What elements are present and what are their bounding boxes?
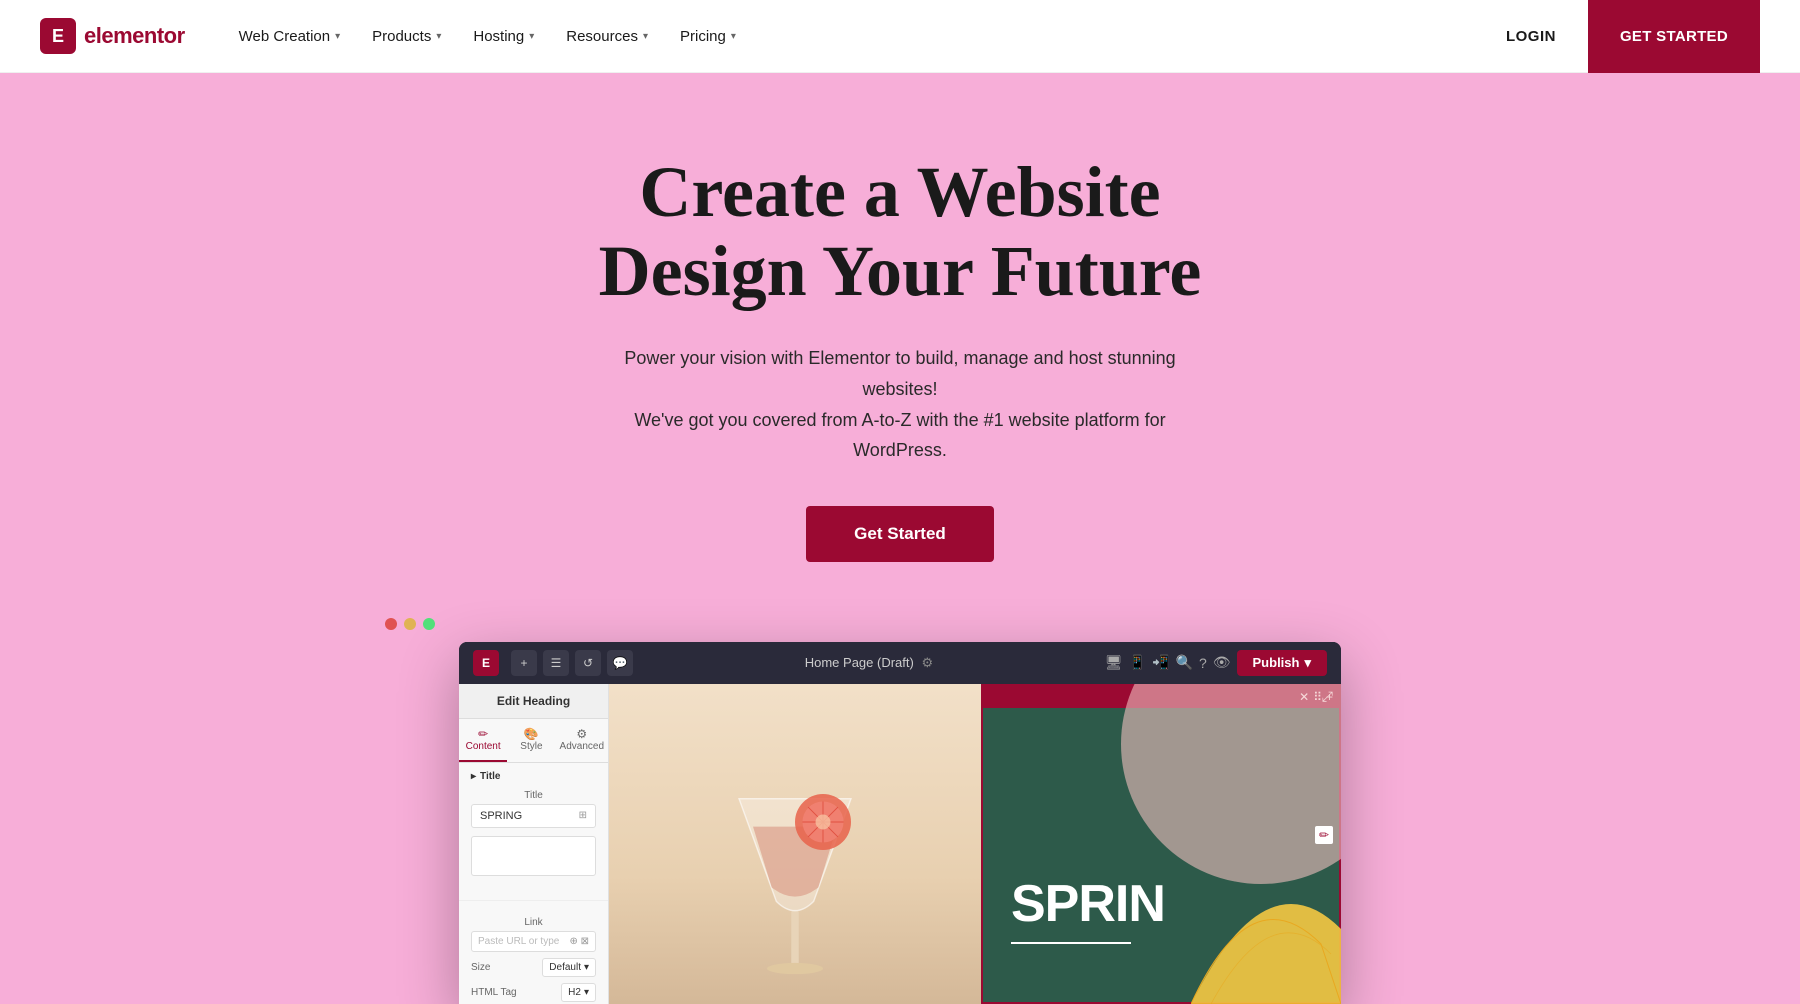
logo-icon: E (40, 18, 76, 54)
editor-preview: E + ☰ ↺ 💬 Home Page (Draft) ⚙ 🖥 📱 📲 🔍 ? (40, 642, 1760, 1004)
hero-subtitle: Power your vision with Elementor to buil… (600, 343, 1200, 465)
topbar-right: 🖥 📱 📲 🔍 ? 👁 Publish ▾ (1105, 650, 1327, 676)
nav-item-web-creation[interactable]: Web Creation ▾ (225, 20, 354, 53)
nav-right: LOGIN GET STARTED (1490, 0, 1760, 73)
link-field[interactable]: Paste URL or type ⊕ ⊠ (471, 931, 596, 952)
tablet-icon[interactable]: 📱 (1129, 654, 1146, 671)
editor-topbar: E + ☰ ↺ 💬 Home Page (Draft) ⚙ 🖥 📱 📲 🔍 ? (459, 642, 1341, 684)
hero-title: Create a Website Design Your Future (40, 153, 1760, 311)
nav-item-hosting[interactable]: Hosting ▾ (459, 20, 548, 53)
logo-link[interactable]: E elementor (40, 18, 185, 54)
spring-underline (1011, 942, 1131, 944)
window-dot-green (423, 618, 435, 630)
pencil-icon: ✏ (463, 727, 503, 741)
html-tag-select[interactable]: H2 ▾ (561, 983, 596, 1002)
advanced-icon: ⚙ (560, 727, 604, 741)
triangle-icon: ▸ (471, 771, 476, 782)
window-dot-yellow (404, 618, 416, 630)
editor-window: E + ☰ ↺ 💬 Home Page (Draft) ⚙ 🖥 📱 📲 🔍 ? (459, 642, 1341, 1004)
panel-tabs: ✏ Content 🎨 Style ⚙ Advanced (459, 719, 608, 763)
window-dots (385, 618, 435, 630)
input-icon: ⊞ (579, 810, 587, 821)
panel-header: Edit Heading (459, 684, 608, 719)
nav-links: Web Creation ▾ Products ▾ Hosting ▾ Reso… (225, 20, 1490, 53)
panel-tab-content[interactable]: ✏ Content (459, 719, 507, 762)
edit-pencil-button[interactable]: ✏ (1315, 826, 1333, 844)
orange-slice-image (1191, 854, 1341, 1004)
editor-body: Edit Heading ✏ Content 🎨 Style ⚙ Advanc (459, 684, 1341, 1004)
title-text-area[interactable] (471, 836, 596, 876)
mobile-icon[interactable]: 📲 (1152, 654, 1169, 671)
get-started-button-hero[interactable]: Get Started (806, 506, 994, 562)
chevron-down-icon: ▾ (1304, 655, 1311, 671)
spring-heading: SPRIN (1011, 874, 1165, 934)
editor-canvas: ✕ ⠿ + ⤢ (609, 684, 1341, 1004)
chevron-down-icon: ▾ (529, 31, 534, 42)
size-select[interactable]: Default ▾ (542, 958, 596, 977)
get-started-button-nav[interactable]: GET STARTED (1588, 0, 1760, 73)
chevron-icon: ▾ (584, 962, 589, 973)
page-name: Home Page (Draft) ⚙ (641, 655, 1097, 671)
history-button[interactable]: ↺ (575, 650, 601, 676)
nav-item-pricing[interactable]: Pricing ▾ (666, 20, 750, 53)
cocktail-image (695, 724, 895, 1004)
nav-item-products[interactable]: Products ▾ (358, 20, 455, 53)
panel-tab-style[interactable]: 🎨 Style (507, 719, 555, 762)
html-tag-row: HTML Tag H2 ▾ (471, 983, 596, 1002)
chevron-down-icon: ▾ (335, 31, 340, 42)
title-input[interactable]: SPRING ⊞ (471, 804, 596, 828)
navigator-button[interactable]: ☰ (543, 650, 569, 676)
panel-tab-advanced[interactable]: ⚙ Advanced (556, 719, 608, 762)
chevron-icon: ▾ (584, 987, 589, 998)
publish-button[interactable]: Publish ▾ (1237, 650, 1327, 676)
search-icon[interactable]: 🔍 (1176, 654, 1193, 671)
add-widget-button[interactable]: + (511, 650, 537, 676)
spring-text-content: SPRIN (1011, 874, 1165, 944)
editor-topbar-actions: + ☰ ↺ 💬 (511, 650, 633, 676)
navbar: E elementor Web Creation ▾ Products ▾ Ho… (0, 0, 1800, 73)
canvas-right: ✕ ⠿ + ⤢ (981, 684, 1341, 1004)
editor-panel: Edit Heading ✏ Content 🎨 Style ⚙ Advanc (459, 684, 609, 1004)
size-row: Size Default ▾ (471, 958, 596, 977)
login-button[interactable]: LOGIN (1490, 20, 1572, 53)
elementor-editor-icon: E (473, 650, 499, 676)
chevron-down-icon: ▾ (731, 31, 736, 42)
canvas-left (609, 684, 981, 1004)
panel-section-title: ▸ Title Title SPRING ⊞ (459, 763, 608, 892)
window-dot-red (385, 618, 397, 630)
eye-icon[interactable]: 👁 (1213, 654, 1231, 671)
comments-button[interactable]: 💬 (607, 650, 633, 676)
hero-section: Create a Website Design Your Future Powe… (0, 73, 1800, 1004)
chevron-down-icon: ▾ (436, 31, 441, 42)
link-icon: ⊕ ⊠ (569, 936, 589, 947)
help-icon[interactable]: ? (1199, 655, 1207, 671)
desktop-icon[interactable]: 🖥 (1105, 654, 1123, 671)
style-icon: 🎨 (511, 727, 551, 741)
panel-section-link: Link Paste URL or type ⊕ ⊠ Size Default … (459, 909, 608, 1004)
title-field: Title SPRING ⊞ (471, 790, 596, 828)
nav-item-resources[interactable]: Resources ▾ (552, 20, 662, 53)
logo-text: elementor (84, 23, 185, 49)
chevron-down-icon: ▾ (643, 31, 648, 42)
